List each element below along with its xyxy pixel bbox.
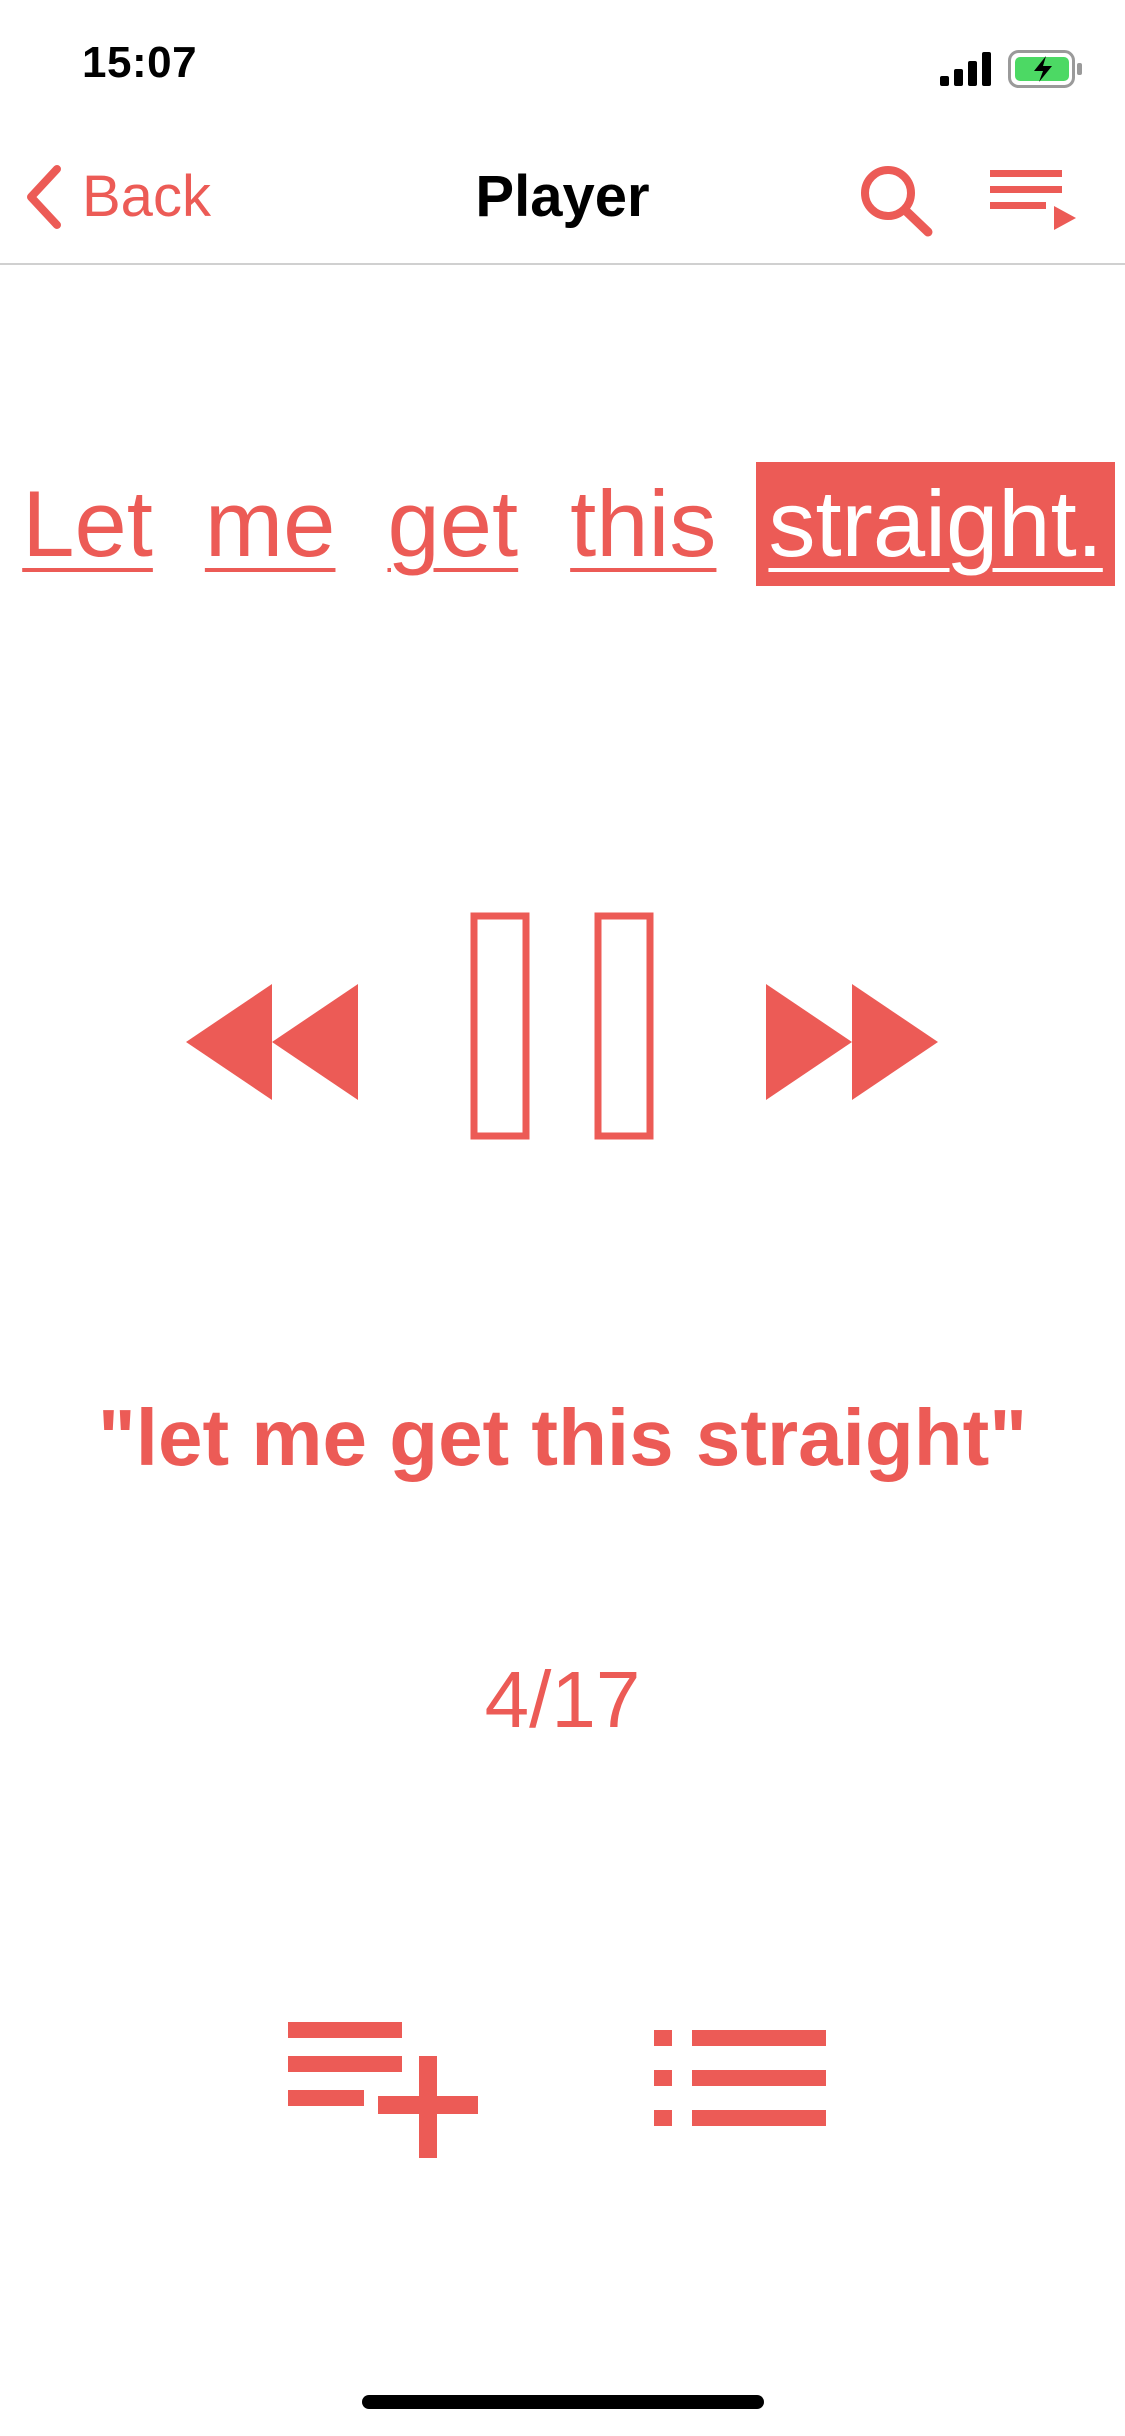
fast-forward-icon[interactable] — [766, 982, 938, 1102]
chevron-left-icon — [27, 165, 61, 229]
word-straight-active[interactable]: straight. — [756, 462, 1115, 586]
home-indicator[interactable] — [362, 2395, 764, 2409]
nav-divider — [0, 263, 1125, 265]
list-icon[interactable] — [654, 2028, 826, 2128]
playlist-add-icon[interactable] — [288, 2022, 478, 2158]
position-counter: 4/17 — [484, 1655, 641, 1744]
playlist-play-icon[interactable] — [990, 168, 1076, 230]
search-icon[interactable] — [856, 162, 936, 238]
word-this[interactable]: this — [558, 462, 728, 586]
pause-icon[interactable] — [470, 912, 656, 1140]
sentence-words: Let me get this straight. — [0, 462, 1125, 586]
word-me[interactable]: me — [193, 462, 348, 586]
back-button-label: Back — [82, 164, 211, 229]
page-title: Player — [475, 164, 650, 229]
player-screen: 15:07 Back Player Let me get this straig… — [0, 0, 1125, 2436]
status-time: 15:07 — [82, 38, 198, 87]
back-button[interactable]: Back — [24, 162, 211, 232]
cellular-signal-icon — [940, 52, 991, 86]
battery-charging-icon — [1008, 50, 1082, 88]
word-get[interactable]: get — [375, 462, 530, 586]
rewind-icon[interactable] — [186, 982, 358, 1102]
word-let[interactable]: Let — [10, 462, 165, 586]
phrase-text: "let me get this straight" — [97, 1393, 1028, 1482]
